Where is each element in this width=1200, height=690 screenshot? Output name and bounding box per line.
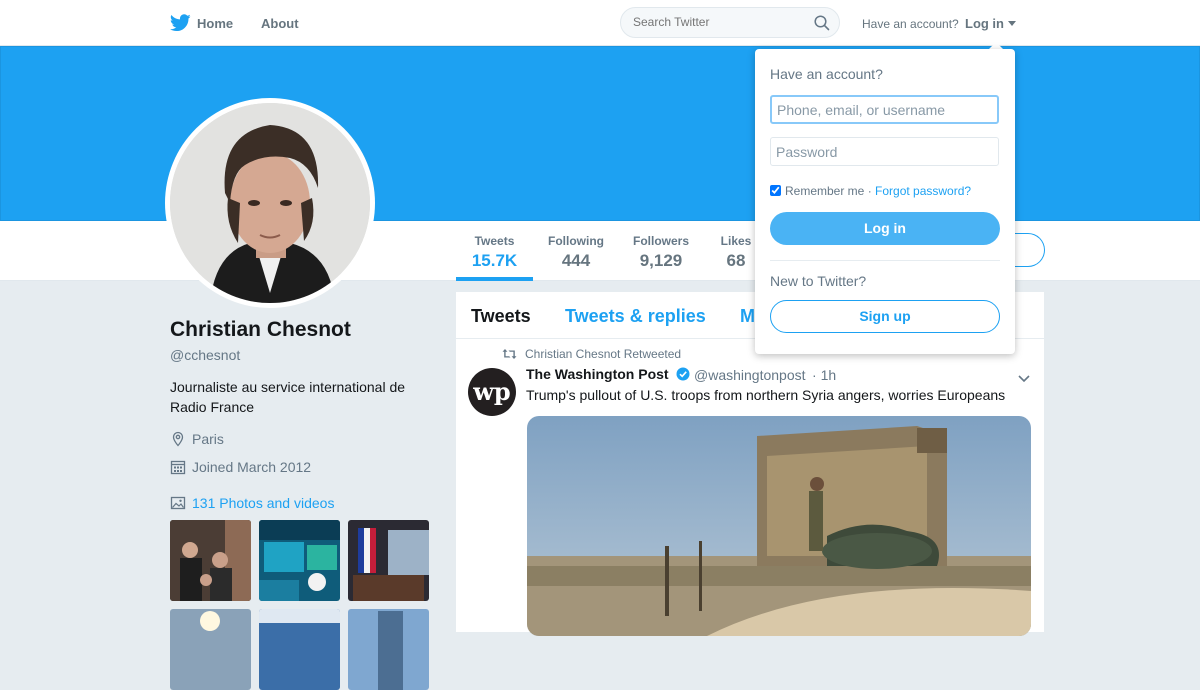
stat-value: 9,129: [639, 251, 683, 270]
photos-videos-label: 131 Photos and videos: [192, 495, 335, 512]
new-to-twitter-label: New to Twitter?: [770, 273, 867, 289]
photo-thumbnail[interactable]: [348, 609, 429, 690]
stat-label: Followers: [632, 234, 689, 248]
dropdown-divider: [770, 260, 1000, 261]
have-account-label: Have an account?: [862, 17, 959, 31]
photo-thumbnail[interactable]: [259, 520, 340, 601]
forgot-password-link[interactable]: Forgot password?: [875, 184, 971, 198]
photo-icon: [170, 495, 186, 514]
retweet-icon: [502, 347, 517, 365]
tweet-time-value: 1h: [820, 367, 837, 383]
stat-likes[interactable]: Likes 68: [713, 234, 759, 271]
username-field[interactable]: [770, 95, 999, 124]
profile-name[interactable]: Christian Chesnot: [170, 318, 351, 342]
search-icon[interactable]: [814, 15, 830, 36]
retweet-context[interactable]: Christian Chesnot Retweeted: [525, 347, 681, 361]
nav-home-link[interactable]: Home: [197, 16, 233, 31]
login-dropdown: Have an account? Remember me · Forgot pa…: [755, 49, 1015, 354]
tweet-text: Trump's pullout of U.S. troops from nort…: [526, 387, 1006, 403]
photo-thumbnail[interactable]: [170, 609, 251, 690]
login-dropdown-title: Have an account?: [770, 66, 883, 82]
chevron-down-icon[interactable]: [1018, 370, 1030, 388]
author-avatar[interactable]: wp: [468, 368, 516, 416]
tab-tweets-replies[interactable]: Tweets & replies: [565, 306, 706, 327]
avatar-photo: [170, 103, 370, 303]
tab-media[interactable]: M: [740, 306, 755, 327]
profile-location: Paris: [170, 431, 224, 450]
avatar[interactable]: [165, 98, 375, 308]
tweet-image[interactable]: [527, 416, 1031, 636]
stat-label: Likes: [720, 234, 752, 248]
calendar-icon: [170, 459, 186, 478]
login-dropdown-toggle[interactable]: Log in: [965, 16, 1016, 31]
photo-thumbnail[interactable]: [259, 609, 340, 690]
stat-following[interactable]: Following 444: [543, 234, 609, 271]
stat-label: Tweets: [474, 234, 515, 248]
stat-value: 68: [726, 251, 746, 270]
photo-thumbnail[interactable]: [170, 520, 251, 601]
location-icon: [170, 431, 186, 450]
nav-about-link[interactable]: About: [261, 16, 299, 31]
stat-value: 15.7K: [471, 251, 518, 270]
photos-videos-link[interactable]: 131 Photos and videos: [170, 495, 334, 514]
active-stat-underline: [456, 277, 533, 281]
profile-handle[interactable]: @cchesnot: [170, 347, 240, 363]
caret-down-icon: [1007, 21, 1016, 26]
remember-me-label[interactable]: Remember me: [785, 184, 864, 198]
top-navigation-bar: Home About Have an account? Log in: [0, 0, 1200, 46]
signup-button[interactable]: Sign up: [770, 300, 1000, 333]
login-button[interactable]: Log in: [770, 212, 1000, 245]
tweet-author-handle[interactable]: @washingtonpost: [694, 367, 806, 383]
search-box[interactable]: [620, 7, 840, 38]
twitter-bird-icon[interactable]: [170, 14, 191, 37]
remember-me-checkbox[interactable]: [770, 185, 781, 196]
tweet-author-name[interactable]: The Washington Post: [526, 366, 669, 382]
login-link-label: Log in: [965, 16, 1004, 31]
search-input[interactable]: [633, 8, 803, 37]
remember-separator: ·: [864, 184, 876, 198]
tab-tweets[interactable]: Tweets: [471, 306, 531, 327]
tweet-timestamp[interactable]: · 1h: [812, 367, 836, 383]
photo-thumbnail[interactable]: [348, 520, 429, 601]
stat-followers[interactable]: Followers 9,129: [628, 234, 694, 271]
stat-label: Following: [548, 234, 604, 248]
profile-bio: Journaliste au service international de …: [170, 379, 406, 415]
stat-tweets[interactable]: Tweets 15.7K: [456, 234, 533, 271]
remember-me-row: Remember me · Forgot password?: [770, 184, 971, 198]
joined-text: Joined March 2012: [192, 459, 312, 476]
verified-icon: [676, 367, 690, 386]
stat-value: 444: [561, 251, 591, 270]
profile-joined: Joined March 2012: [170, 459, 311, 478]
location-text: Paris: [192, 431, 224, 448]
password-field[interactable]: [770, 137, 999, 166]
